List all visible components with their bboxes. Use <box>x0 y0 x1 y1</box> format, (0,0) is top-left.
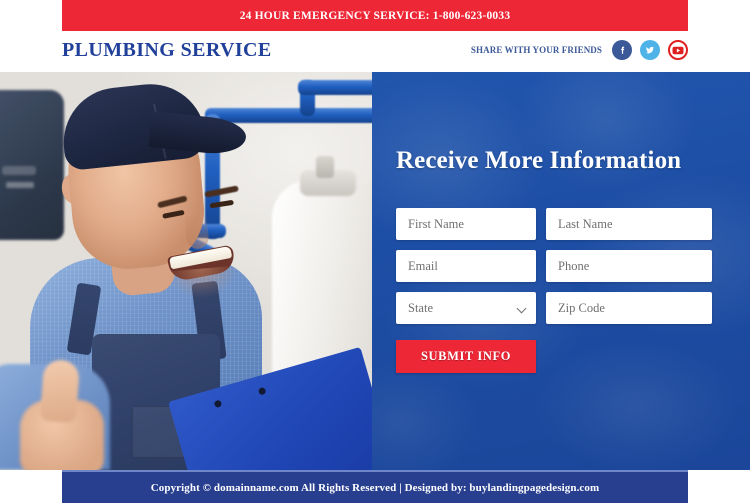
twitter-icon <box>644 44 656 56</box>
last-name-input[interactable] <box>546 208 712 240</box>
plumber-eyebrow-left <box>157 195 188 209</box>
state-select[interactable]: State <box>396 292 536 324</box>
hero-section: Receive More Information State <box>0 72 750 470</box>
submit-info-button[interactable]: SUBMIT INFO <box>396 340 536 373</box>
site-logo[interactable]: PLUMBING SERVICE <box>62 39 272 62</box>
plumber-eyebrow-right <box>204 185 239 198</box>
plumber-eye-left <box>162 209 185 219</box>
lead-form: State SUBMIT INFO <box>396 208 712 373</box>
form-heading: Receive More Information <box>396 147 682 174</box>
clipboard-rivet <box>257 386 267 396</box>
form-row-name <box>396 208 712 240</box>
facebook-link[interactable] <box>612 40 632 60</box>
facebook-icon <box>617 45 628 56</box>
zip-code-input[interactable] <box>546 292 712 324</box>
emergency-phone-text: 24 HOUR EMERGENCY SERVICE: 1-800-623-003… <box>239 9 511 22</box>
clipboard-rivet <box>213 399 223 409</box>
first-name-input[interactable] <box>396 208 536 240</box>
plumber-figure <box>0 72 372 470</box>
social-share-group: SHARE WITH YOUR FRIENDS <box>471 40 688 60</box>
youtube-link[interactable] <box>668 40 688 60</box>
form-row-contact <box>396 250 712 282</box>
youtube-icon <box>672 46 684 55</box>
share-label: SHARE WITH YOUR FRIENDS <box>470 45 602 55</box>
plumber-photo <box>0 72 372 470</box>
lead-form-panel: Receive More Information State <box>372 72 750 470</box>
site-footer: Copyright © domainname.com All Rights Re… <box>62 470 688 503</box>
phone-input[interactable] <box>546 250 712 282</box>
form-row-location: State <box>396 292 712 324</box>
footer-copyright-text: Copyright © domainname.com All Rights Re… <box>150 481 600 494</box>
twitter-link[interactable] <box>640 40 660 60</box>
emergency-banner: 24 HOUR EMERGENCY SERVICE: 1-800-623-003… <box>62 0 688 31</box>
landing-page: 24 HOUR EMERGENCY SERVICE: 1-800-623-003… <box>0 0 750 503</box>
plumber-nose <box>184 213 210 250</box>
plumber-eye-right <box>209 199 234 209</box>
thumbs-up-icon <box>39 358 81 424</box>
state-select-wrapper: State <box>396 292 536 324</box>
site-header: PLUMBING SERVICE SHARE WITH YOUR FRIENDS <box>0 31 750 72</box>
email-input[interactable] <box>396 250 536 282</box>
